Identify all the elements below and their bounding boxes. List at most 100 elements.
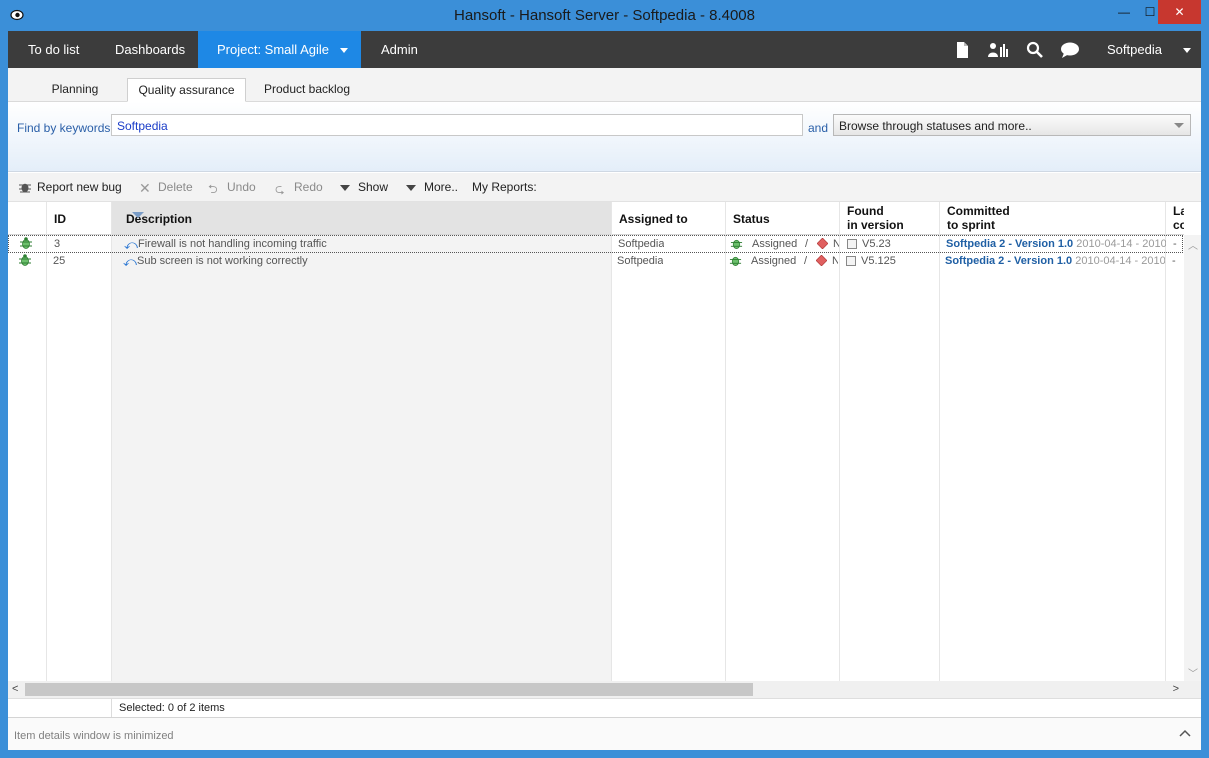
main-nav: To do list Dashboards Project: Small Agi… [8, 31, 1201, 68]
col-header-last-line1: La [1173, 204, 1184, 218]
tab-quality-assurance[interactable]: Quality assurance [127, 78, 246, 102]
nav-project[interactable]: Project: Small Agile [198, 31, 361, 68]
users-report-icon[interactable] [988, 41, 1008, 59]
col-header-found-line2: in version [847, 218, 904, 232]
app-window: Hansoft - Hansoft Server - Softpedia - 8… [0, 0, 1209, 758]
vertical-scrollbar[interactable]: ︿ ﹀ [1184, 235, 1201, 682]
priority-diamond-icon [817, 238, 828, 249]
col-header-description[interactable]: Description [112, 202, 611, 235]
user-name: Softpedia [1107, 42, 1162, 57]
bug-icon [19, 254, 31, 266]
col-header-found-line1: Found [847, 204, 884, 218]
table-row[interactable]: 25 ⤺ Sub screen is not working correctly… [8, 253, 1183, 271]
column-divider [839, 202, 840, 681]
col-header-committed-line2: to sprint [947, 218, 995, 232]
selection-count: Selected: 0 of 2 items [119, 702, 225, 714]
tab-planning[interactable]: Planning [30, 78, 120, 102]
user-menu[interactable]: Softpedia [1107, 31, 1191, 68]
row-id: 3 [54, 238, 61, 250]
col-header-status-label: Status [733, 212, 770, 226]
tab-product-backlog[interactable]: Product backlog [257, 78, 357, 102]
col-header-assigned-label: Assigned to [619, 212, 688, 226]
col-header-id[interactable]: ID [47, 202, 111, 235]
column-divider [1165, 202, 1166, 681]
search-icon[interactable] [1026, 41, 1044, 59]
row-sprint-dates: 2010-04-14 - 2010 [1076, 238, 1166, 250]
redo-button[interactable]: ⮎ Redo [275, 180, 323, 196]
keyword-search-input[interactable]: Softpedia [111, 114, 803, 136]
undo-label: Undo [227, 180, 256, 194]
status-filter-select[interactable]: Browse through statuses and more.. [833, 114, 1191, 136]
table-row[interactable]: 3 ⤺ Firewall is not handling incoming tr… [8, 235, 1183, 253]
description-column-shade [112, 235, 611, 681]
row-sprint-dates: 2010-04-14 - 2010 [1075, 255, 1165, 267]
horizontal-scrollbar[interactable]: < > [8, 681, 1201, 698]
redo-label: Redo [294, 180, 323, 194]
col-header-last[interactable]: La co [1166, 202, 1184, 235]
chevron-down-icon [406, 184, 416, 191]
chevron-down-icon[interactable] [1182, 42, 1191, 57]
filter-bar: Find by keywords Softpedia and Browse th… [8, 102, 1201, 172]
chat-icon[interactable] [1060, 41, 1080, 59]
delete-button[interactable]: ✕ Delete [139, 180, 193, 195]
scroll-down-icon[interactable]: ﹀ [1188, 665, 1198, 680]
show-menu-button[interactable]: Show [340, 180, 388, 194]
item-details-message: Item details window is minimized [14, 730, 174, 742]
title-bar[interactable]: Hansoft - Hansoft Server - Softpedia - 8… [0, 0, 1209, 31]
row-checkbox[interactable] [846, 256, 856, 266]
delete-label: Delete [158, 180, 193, 194]
scroll-right-icon[interactable]: > [1173, 683, 1179, 695]
row-checkbox[interactable] [847, 239, 857, 249]
nav-todo-list[interactable]: To do list [28, 31, 79, 68]
document-icon[interactable] [953, 41, 971, 59]
col-header-committed-line1: Committed [947, 204, 1010, 218]
priority-diamond-icon [816, 255, 827, 266]
my-reports-label[interactable]: My Reports: [472, 180, 537, 194]
row-found-version: V5.23 [862, 238, 891, 250]
minimize-button[interactable]: — [1111, 0, 1137, 24]
chevron-down-icon [340, 184, 350, 191]
bug-workflow-icon: ⤺ [123, 254, 137, 269]
sort-descending-icon[interactable] [132, 212, 144, 218]
item-details-panel[interactable]: Item details window is minimized [8, 717, 1201, 750]
col-header-committed[interactable]: Committed to sprint [940, 202, 1165, 235]
more-menu-button[interactable]: More.. [406, 180, 458, 194]
nav-project-label: Project: Small Agile [217, 42, 329, 57]
row-sprint-link[interactable]: Softpedia 2 - Version 1.0 [945, 255, 1072, 267]
row-status: Assigned [752, 238, 798, 250]
col-header-assigned[interactable]: Assigned to [612, 202, 725, 235]
nav-dashboards[interactable]: Dashboards [115, 31, 185, 68]
row-description[interactable]: Firewall is not handling incoming traffi… [138, 238, 608, 250]
column-divider [939, 202, 940, 681]
chevron-up-icon[interactable] [1179, 728, 1191, 738]
row-sprint[interactable]: Softpedia 2 - Version 1.0 2010-04-14 - 2… [946, 238, 1166, 250]
report-new-bug-button[interactable]: Report new bug [18, 180, 122, 194]
more-label: More.. [424, 180, 459, 194]
row-priority: N [833, 238, 839, 250]
and-label: and [808, 121, 829, 135]
column-divider [111, 202, 112, 681]
undo-button[interactable]: ⮌ Undo [208, 180, 256, 196]
column-divider [46, 202, 47, 681]
col-header-icon[interactable] [8, 202, 46, 235]
scroll-up-icon[interactable]: ︿ [1188, 237, 1198, 252]
row-status-separator: / [805, 238, 809, 250]
close-icon: ✕ [139, 180, 151, 196]
horizontal-scroll-thumb[interactable] [25, 683, 753, 696]
row-sprint[interactable]: Softpedia 2 - Version 1.0 2010-04-14 - 2… [945, 255, 1165, 267]
close-button[interactable]: ✕ [1158, 0, 1201, 24]
column-divider [725, 202, 726, 681]
chevron-down-icon [1174, 123, 1184, 128]
scroll-left-icon[interactable]: < [12, 683, 18, 695]
col-header-status[interactable]: Status [726, 202, 839, 235]
col-header-last-line2: co [1173, 218, 1184, 232]
row-found-version: V5.125 [861, 255, 896, 267]
show-label: Show [358, 180, 389, 194]
row-id: 25 [53, 255, 66, 267]
row-sprint-link[interactable]: Softpedia 2 - Version 1.0 [946, 238, 1073, 250]
chevron-down-icon[interactable] [340, 31, 348, 68]
nav-admin[interactable]: Admin [381, 31, 418, 68]
status-divider [111, 699, 112, 718]
row-description[interactable]: Sub screen is not working correctly [137, 255, 607, 267]
col-header-found[interactable]: Found in version [840, 202, 939, 235]
